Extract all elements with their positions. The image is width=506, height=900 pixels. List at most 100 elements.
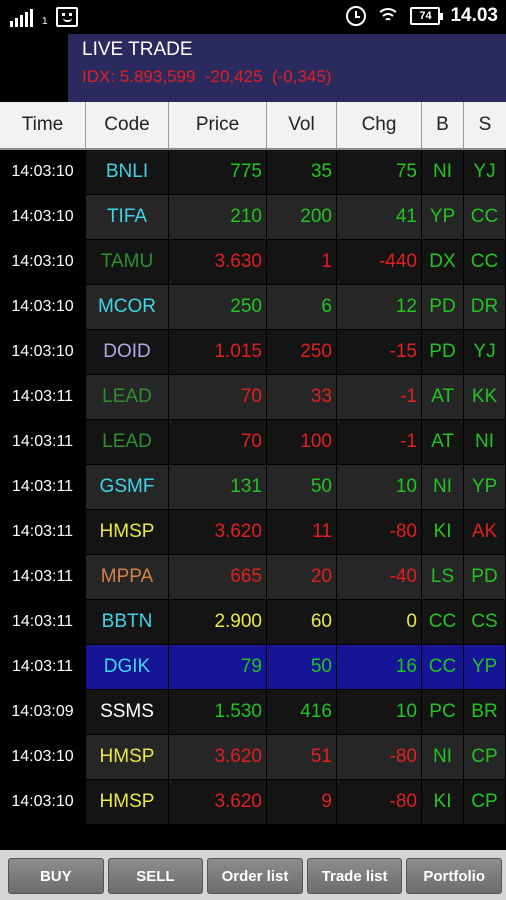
cell-buyer: YP — [422, 195, 464, 240]
cell-code: TIFA — [86, 195, 169, 240]
table-row[interactable]: 14:03:10 TIFA 210 200 41 YP CC — [0, 195, 506, 240]
table-row[interactable]: 14:03:11 DGIK 79 50 16 CC YP — [0, 645, 506, 690]
cell-buyer: DX — [422, 240, 464, 285]
cell-seller: BR — [464, 690, 506, 735]
cell-code: LEAD — [86, 375, 169, 420]
cell-vol: 9 — [267, 780, 337, 825]
page-title: LIVE TRADE — [82, 39, 193, 60]
cell-code: LEAD — [86, 420, 169, 465]
cell-chg: -80 — [337, 735, 422, 780]
table-row[interactable]: 14:03:11 MPPA 665 20 -40 LS PD — [0, 555, 506, 600]
cell-chg: 10 — [337, 465, 422, 510]
cell-price: 2.900 — [169, 600, 267, 645]
cell-vol: 20 — [267, 555, 337, 600]
order-list-button[interactable]: Order list — [207, 858, 303, 894]
cell-price: 79 — [169, 645, 267, 690]
col-seller[interactable]: S — [464, 102, 506, 150]
cell-price: 3.620 — [169, 510, 267, 555]
cell-vol: 6 — [267, 285, 337, 330]
cell-code: MPPA — [86, 555, 169, 600]
table-header: Time Code Price Vol Chg B S — [0, 102, 506, 150]
cell-seller: CS — [464, 600, 506, 645]
cell-price: 70 — [169, 420, 267, 465]
table-row[interactable]: 14:03:10 MCOR 250 6 12 PD DR — [0, 285, 506, 330]
cell-vol: 60 — [267, 600, 337, 645]
alarm-icon — [346, 6, 367, 26]
cell-signal-icon — [10, 9, 33, 27]
cell-code: DOID — [86, 330, 169, 375]
cell-chg: -1 — [337, 375, 422, 420]
table-row[interactable]: 14:03:10 HMSP 3.620 51 -80 NI CP — [0, 735, 506, 780]
table-row[interactable]: 14:03:11 LEAD 70 33 -1 AT KK — [0, 375, 506, 420]
bottom-toolbar: BUY SELL Order list Trade list Portfolio — [0, 850, 506, 900]
cell-vol: 50 — [267, 465, 337, 510]
cell-buyer: LS — [422, 555, 464, 600]
cell-buyer: AT — [422, 375, 464, 420]
cell-seller: YP — [464, 465, 506, 510]
cell-time: 14:03:11 — [0, 420, 86, 465]
cell-price: 3.620 — [169, 780, 267, 825]
cell-time: 14:03:10 — [0, 735, 86, 780]
cell-price: 1.015 — [169, 330, 267, 375]
table-row[interactable]: 14:03:10 TAMU 3.630 1 -440 DX CC — [0, 240, 506, 285]
cell-buyer: PD — [422, 330, 464, 375]
table-row[interactable]: 14:03:10 BNLI 775 35 75 NI YJ — [0, 150, 506, 195]
cell-vol: 200 — [267, 195, 337, 240]
cell-buyer: PD — [422, 285, 464, 330]
trade-table[interactable]: 14:03:10 BNLI 775 35 75 NI YJ 14:03:10 TIFA 210 20… — [0, 150, 506, 845]
table-row[interactable]: 14:03:11 LEAD 70 100 -1 AT NI — [0, 420, 506, 465]
cell-price: 131 — [169, 465, 267, 510]
wifi-icon — [376, 6, 401, 26]
app-header: LIVE TRADE IDX: 5.893,599 -20,425 (-0,34… — [0, 34, 506, 102]
col-price[interactable]: Price — [169, 102, 267, 150]
table-row[interactable]: 14:03:11 GSMF 131 50 10 NI YP — [0, 465, 506, 510]
battery-icon: 74 — [410, 7, 444, 25]
col-code[interactable]: Code — [86, 102, 169, 150]
index-summary: IDX: 5.893,599 -20,425 (-0,345) — [82, 67, 332, 86]
cell-price: 250 — [169, 285, 267, 330]
cell-chg: -440 — [337, 240, 422, 285]
col-buyer[interactable]: B — [422, 102, 464, 150]
sell-button[interactable]: SELL — [107, 858, 204, 894]
cell-price: 3.630 — [169, 240, 267, 285]
cell-seller: CC — [464, 240, 506, 285]
cell-code: TAMU — [86, 240, 169, 285]
table-row[interactable]: 14:03:09 SSMS 1.530 416 10 PC BR — [0, 690, 506, 735]
col-vol[interactable]: Vol — [267, 102, 337, 150]
header-panel: LIVE TRADE IDX: 5.893,599 -20,425 (-0,34… — [68, 34, 506, 102]
portfolio-button[interactable]: Portfolio — [406, 858, 502, 894]
cell-time: 14:03:11 — [0, 600, 86, 645]
cell-time: 14:03:10 — [0, 780, 86, 825]
cell-vol: 11 — [267, 510, 337, 555]
cell-buyer: CC — [422, 645, 464, 690]
cell-vol: 250 — [267, 330, 337, 375]
cell-seller: DR — [464, 285, 506, 330]
buy-button[interactable]: BUY — [8, 858, 104, 894]
table-row[interactable]: 14:03:10 HMSP 3.620 9 -80 KI CP — [0, 780, 506, 825]
cell-time: 14:03:11 — [0, 465, 86, 510]
cell-code: BNLI — [86, 150, 169, 195]
col-chg[interactable]: Chg — [337, 102, 422, 150]
cell-code: HMSP — [86, 735, 169, 780]
cell-buyer: NI — [422, 150, 464, 195]
cell-price: 1.530 — [169, 690, 267, 735]
notification-face-icon — [55, 7, 78, 27]
trade-list-button[interactable]: Trade list — [306, 858, 403, 894]
cell-vol: 50 — [267, 645, 337, 690]
cell-seller: CP — [464, 735, 506, 780]
table-row[interactable]: 14:03:11 HMSP 3.620 11 -80 KI AK — [0, 510, 506, 555]
table-row[interactable]: 14:03:10 DOID 1.015 250 -15 PD YJ — [0, 330, 506, 375]
cell-seller: YP — [464, 645, 506, 690]
cell-time: 14:03:10 — [0, 330, 86, 375]
cell-price: 70 — [169, 375, 267, 420]
cell-code: SSMS — [86, 690, 169, 735]
app-logo — [0, 34, 68, 102]
cell-chg: 12 — [337, 285, 422, 330]
cell-time: 14:03:09 — [0, 690, 86, 735]
cell-buyer: PC — [422, 690, 464, 735]
table-row[interactable]: 14:03:11 BBTN 2.900 60 0 CC CS — [0, 600, 506, 645]
cell-time: 14:03:11 — [0, 510, 86, 555]
col-time[interactable]: Time — [0, 102, 86, 150]
cell-time: 14:03:11 — [0, 555, 86, 600]
cell-seller: YJ — [464, 330, 506, 375]
